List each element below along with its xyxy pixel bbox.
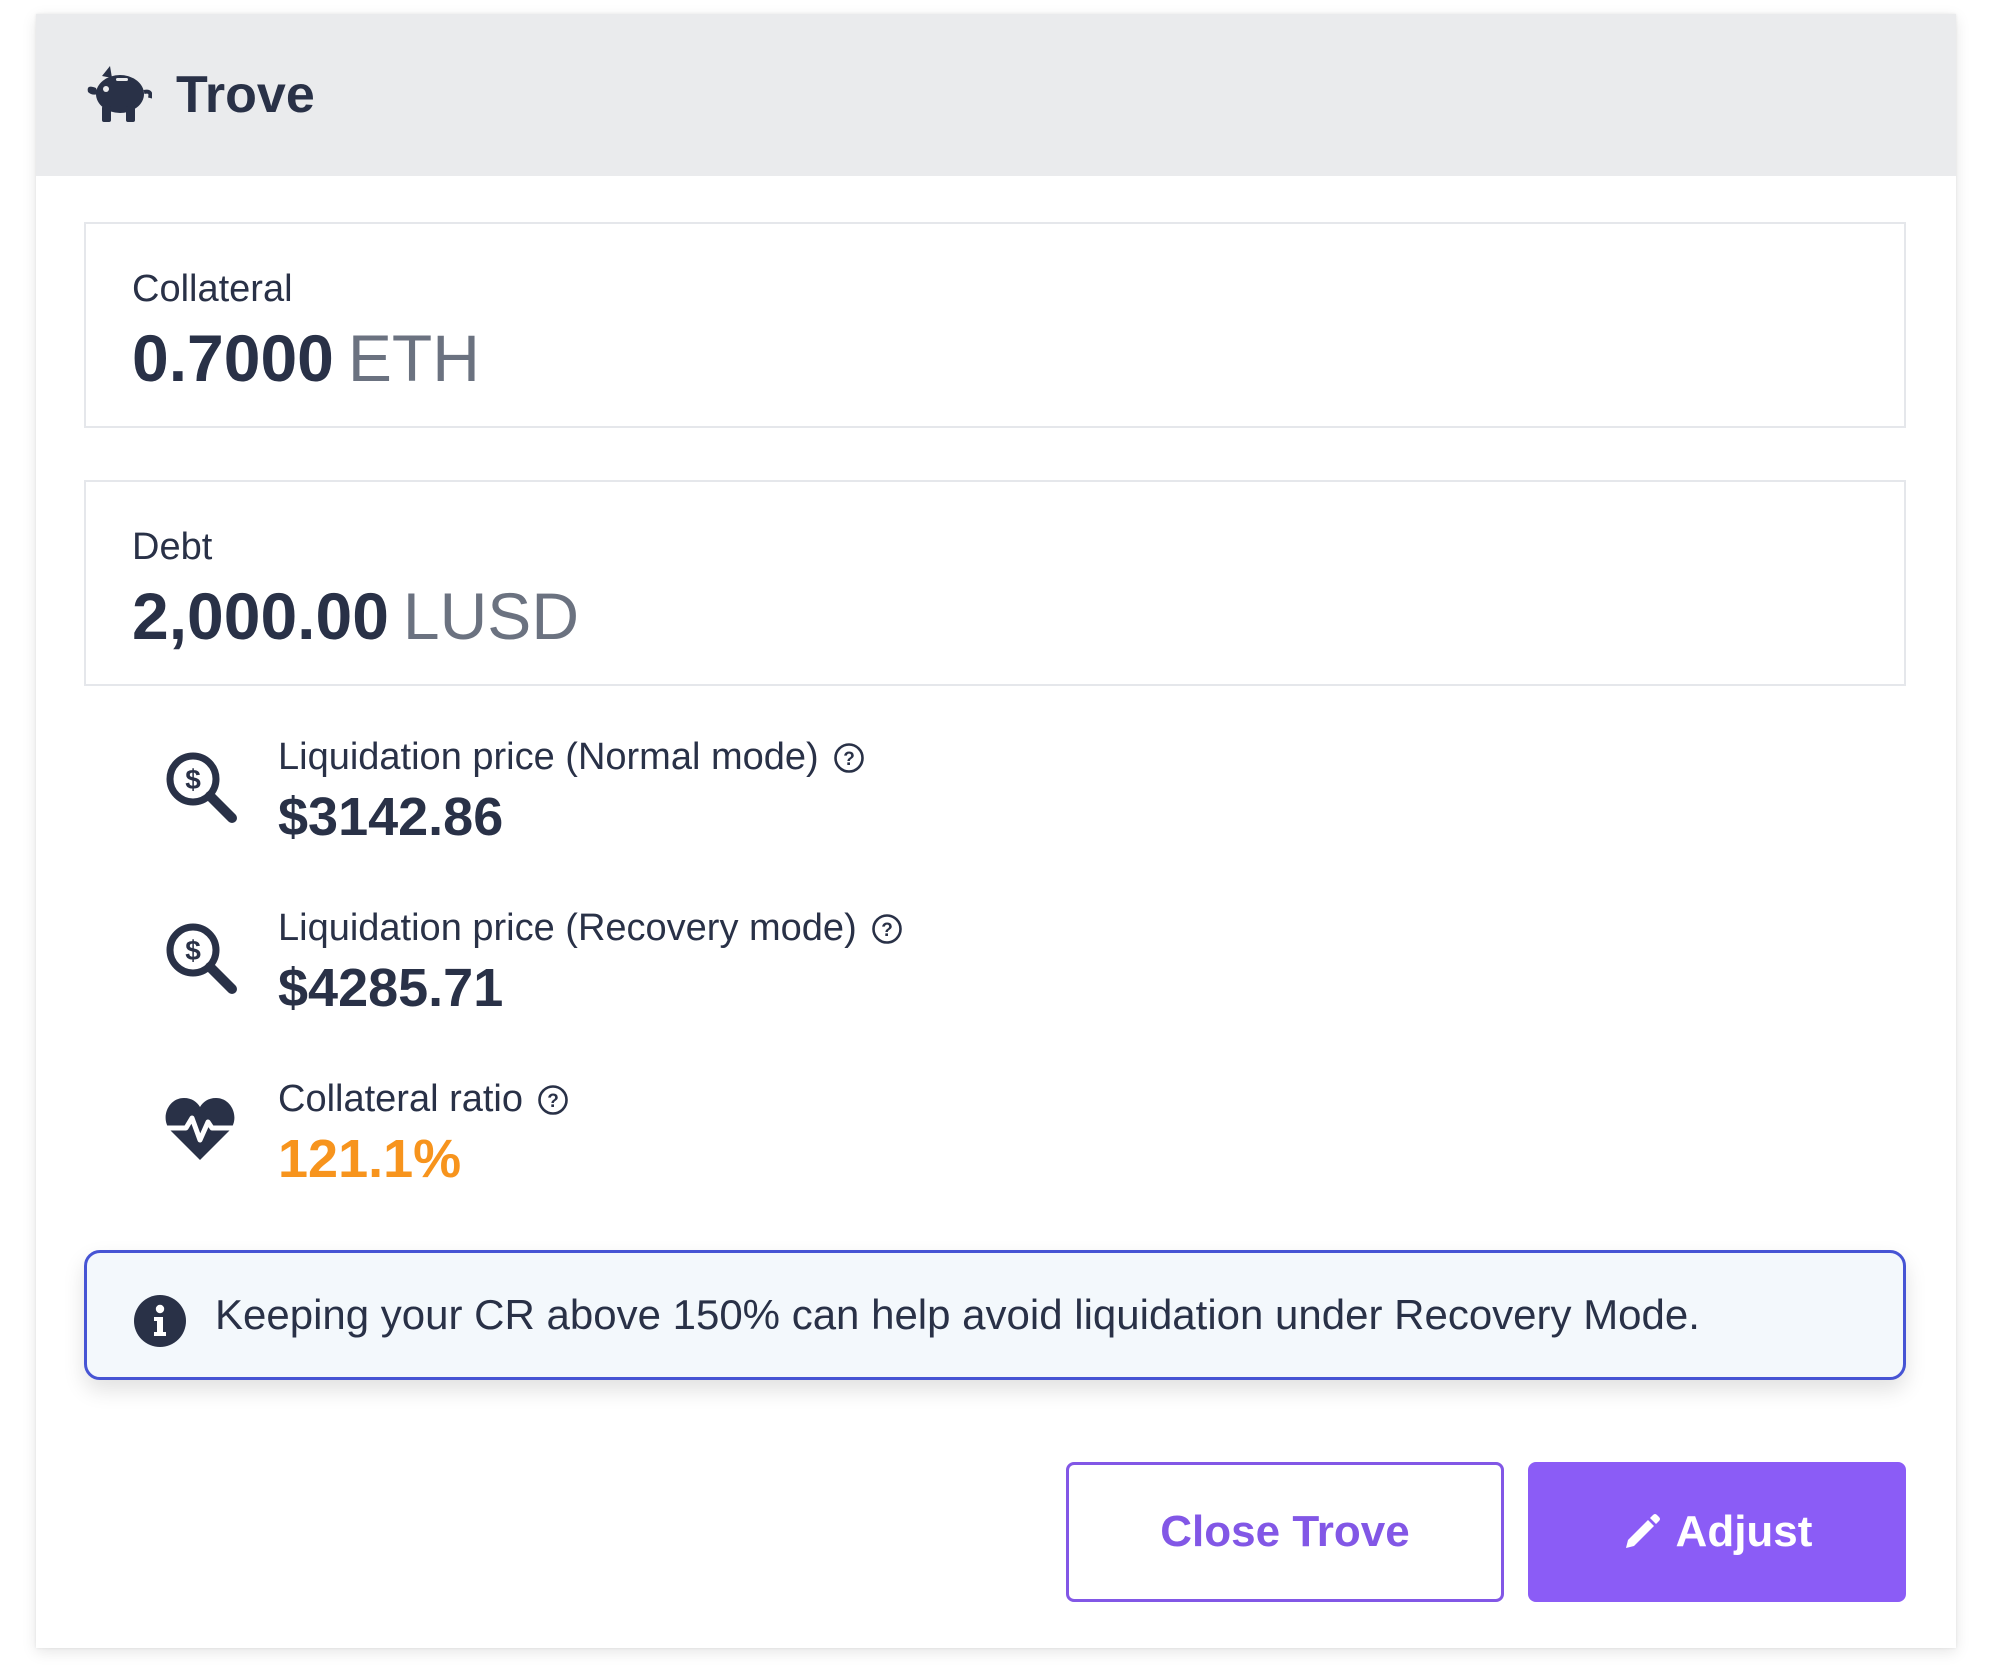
piggy-bank-icon	[87, 66, 152, 122]
card-title: Trove	[176, 66, 315, 124]
debt-value: 2,000.00 LUSD	[132, 578, 579, 654]
info-banner: Keeping your CR above 150% can help avoi…	[84, 1250, 1906, 1380]
heartbeat-icon	[165, 1098, 235, 1160]
collateral-ratio-value: 121.1%	[278, 1129, 462, 1189]
close-trove-label: Close Trove	[1160, 1507, 1410, 1556]
pencil-icon	[1625, 1514, 1660, 1548]
collateral-box: Collateral 0.7000 ETH	[84, 222, 1906, 428]
question-circle-icon[interactable]: ?	[833, 742, 865, 774]
liquidation-price-recovery-row: $ Liquidation price (Recovery mode) ? $4…	[126, 907, 1326, 1027]
collateral-amount: 0.7000	[132, 321, 334, 395]
liquidation-price-recovery-label: Liquidation price (Recovery mode)	[278, 907, 857, 949]
info-circle-icon	[134, 1295, 186, 1347]
liquidation-price-normal-value: $3142.86	[278, 787, 504, 847]
debt-box: Debt 2,000.00 LUSD	[84, 480, 1906, 686]
adjust-label: Adjust	[1675, 1507, 1813, 1556]
svg-text:$: $	[185, 935, 201, 966]
search-dollar-icon: $	[166, 923, 237, 994]
liquidation-price-normal-row: $ Liquidation price (Normal mode) ? $314…	[126, 736, 1326, 856]
question-circle-icon[interactable]: ?	[871, 913, 903, 945]
metric-label: Liquidation price (Normal mode) ?	[278, 736, 865, 779]
collateral-ratio-label: Collateral ratio	[278, 1078, 523, 1120]
collateral-label: Collateral	[132, 268, 293, 310]
liquidation-price-normal-label: Liquidation price (Normal mode)	[278, 736, 819, 778]
card-header: Trove	[36, 14, 1956, 176]
adjust-button[interactable]: Adjust	[1528, 1462, 1906, 1602]
trove-card: Trove Collateral 0.7000 ETH Debt 2,000.00…	[36, 14, 1956, 1648]
svg-text:?: ?	[547, 1091, 559, 1112]
collateral-ratio-row: Collateral ratio ? 121.1%	[126, 1078, 1326, 1198]
debt-label: Debt	[132, 526, 213, 568]
liquidation-price-recovery-value: $4285.71	[278, 958, 504, 1018]
svg-text:?: ?	[881, 920, 893, 941]
svg-text:$: $	[185, 764, 201, 795]
metric-label: Liquidation price (Recovery mode) ?	[278, 907, 903, 950]
question-circle-icon[interactable]: ?	[537, 1084, 569, 1116]
search-dollar-icon: $	[166, 752, 237, 823]
svg-text:?: ?	[843, 749, 855, 770]
metric-label: Collateral ratio ?	[278, 1078, 569, 1121]
debt-unit: LUSD	[402, 579, 579, 653]
close-trove-button[interactable]: Close Trove	[1066, 1462, 1504, 1602]
collateral-value: 0.7000 ETH	[132, 320, 480, 396]
collateral-unit: ETH	[347, 321, 480, 395]
debt-amount: 2,000.00	[132, 579, 389, 653]
info-banner-text: Keeping your CR above 150% can help avoi…	[215, 1291, 1700, 1338]
